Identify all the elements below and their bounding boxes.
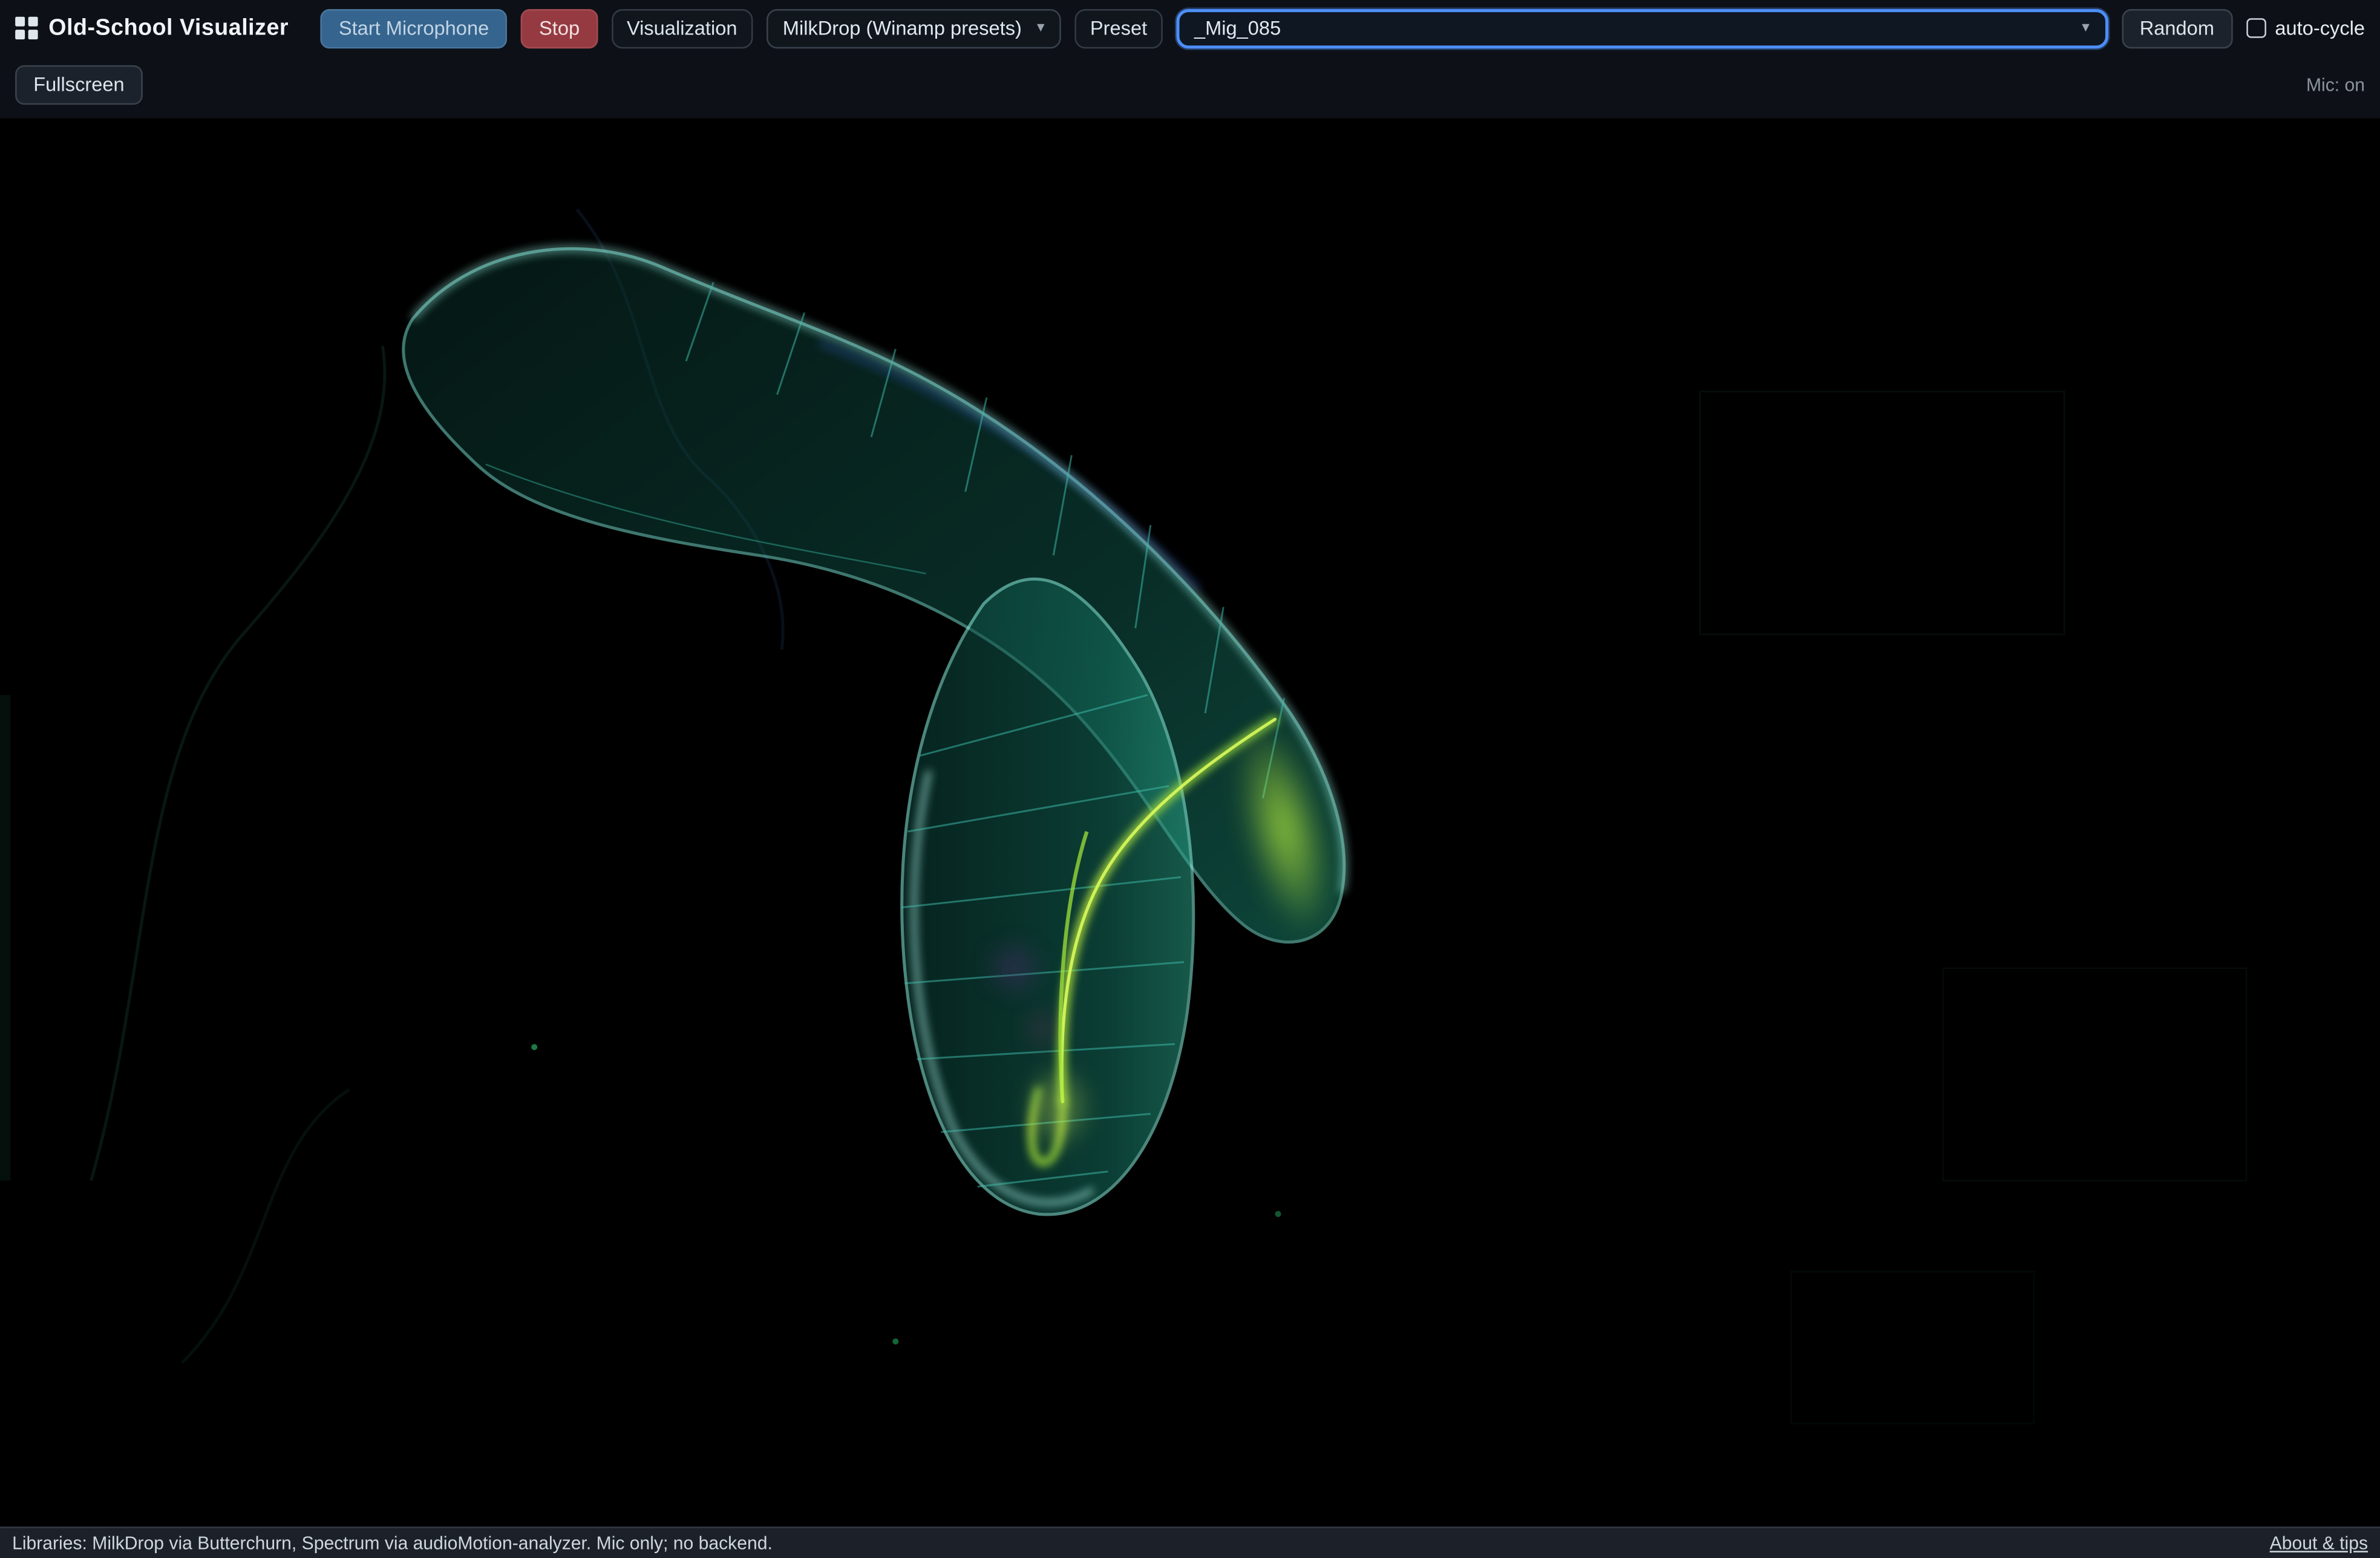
stop-button[interactable]: Stop — [521, 8, 598, 48]
random-button[interactable]: Random — [2122, 8, 2233, 48]
page-title: Old-School Visualizer — [48, 15, 289, 41]
milkdrop-visualization — [0, 119, 2380, 1527]
toolbar: Old-School Visualizer Start Microphone S… — [0, 0, 2380, 119]
auto-cycle-toggle[interactable]: auto-cycle — [2246, 17, 2365, 40]
visualization-label: Visualization — [612, 8, 753, 48]
start-microphone-button[interactable]: Start Microphone — [321, 8, 508, 48]
auto-cycle-label: auto-cycle — [2275, 17, 2365, 40]
visualizer-canvas — [0, 119, 2380, 1527]
chevron-down-icon: ▾ — [1037, 21, 1045, 36]
visualization-select[interactable]: MilkDrop (Winamp presets) ▾ — [766, 8, 1061, 48]
mic-status: Mic: on — [2306, 74, 2365, 95]
preset-label: Preset — [1075, 8, 1162, 48]
viz-ribbon — [404, 249, 1344, 942]
preset-select-value: _Mig_085 — [1194, 17, 1281, 40]
about-tips-link[interactable]: About & tips — [2270, 1533, 2368, 1554]
chevron-down-icon: ▾ — [2082, 21, 2090, 36]
app-root: Old-School Visualizer Start Microphone S… — [0, 0, 2380, 1558]
preset-select[interactable]: _Mig_085 ▾ — [1176, 8, 2108, 48]
grid-icon — [15, 17, 38, 40]
status-bar: Libraries: MilkDrop via Butterchurn, Spe… — [0, 1527, 2380, 1558]
libraries-text: Libraries: MilkDrop via Butterchurn, Spe… — [12, 1533, 773, 1554]
auto-cycle-checkbox[interactable] — [2246, 18, 2266, 38]
app-title-wrap: Old-School Visualizer — [15, 15, 289, 41]
visualization-select-value: MilkDrop (Winamp presets) — [783, 17, 1022, 40]
fullscreen-button[interactable]: Fullscreen — [15, 65, 143, 104]
